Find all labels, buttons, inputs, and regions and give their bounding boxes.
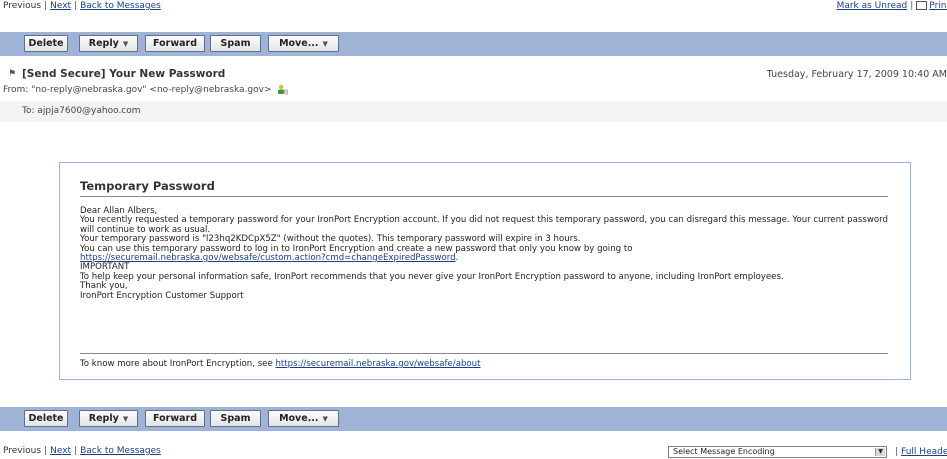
bottom-toolbar: Delete Reply ▼ Forward Spam Move... ▼	[0, 407, 947, 431]
message-title: Temporary Password	[80, 179, 888, 197]
forward-button[interactable]: Forward	[145, 35, 205, 52]
separator: |	[44, 1, 48, 11]
reply-button[interactable]: Reply ▼	[79, 35, 138, 52]
to-row-band: To: ajpja7600@yahoo.com	[0, 101, 947, 122]
message-text: Dear Allan Albers, You recently requeste…	[80, 206, 888, 301]
paragraph-security: To help keep your personal information s…	[80, 271, 784, 282]
message-encoding-select[interactable]: Select Message Encoding ▼	[668, 446, 887, 458]
to-value: ajpja7600@yahoo.com	[37, 106, 141, 116]
to-label: To:	[22, 106, 35, 116]
move-label: Move...	[279, 38, 319, 49]
spam-label: Spam	[220, 38, 251, 49]
message-footer: To know more about IronPort Encryption, …	[80, 353, 888, 369]
move-button[interactable]: Move... ▼	[268, 35, 339, 52]
link-suffix: .	[455, 253, 459, 264]
forward-label: Forward	[153, 38, 197, 49]
previous-link: Previous	[3, 1, 42, 11]
move-button[interactable]: Move... ▼	[268, 410, 339, 427]
add-contact-icon[interactable]	[277, 84, 289, 95]
message-subject: [Send Secure] Your New Password	[22, 68, 226, 80]
signature: IronPort Encryption Customer Support	[80, 290, 244, 301]
from-value: "no-reply@nebraska.gov" <no-reply@nebras…	[31, 85, 272, 95]
top-nav: Previous | Next | Back to Messages Mark as U…	[0, 0, 947, 14]
move-label: Move...	[279, 413, 319, 424]
chevron-down-icon: ▼	[322, 40, 328, 48]
message-header: ⚑ [Send Secure] Your New Password Tuesda…	[0, 62, 947, 124]
spam-label: Spam	[220, 413, 251, 424]
back-to-messages-link[interactable]: Back to Messages	[80, 1, 161, 11]
change-password-link[interactable]: https://securemail.nebraska.gov/websafe/…	[80, 253, 456, 263]
print-link[interactable]: Print	[929, 1, 947, 11]
reply-label: Reply	[88, 38, 119, 49]
separator: |	[74, 1, 78, 11]
delete-button[interactable]: Delete	[24, 35, 68, 52]
reply-button[interactable]: Reply ▼	[79, 410, 138, 427]
delete-label: Delete	[28, 413, 64, 424]
chevron-down-icon: ▼	[122, 415, 129, 423]
delete-button[interactable]: Delete	[24, 410, 68, 427]
separator: |	[895, 447, 899, 457]
about-link[interactable]: https://securemail.nebraska.gov/websafe/…	[275, 359, 480, 369]
message-body-box: Temporary Password Dear Allan Albers, Yo…	[59, 162, 911, 380]
from-row: From: "no-reply@nebraska.gov" <no-reply@…	[3, 84, 289, 95]
paragraph-request: You recently requested a temporary passw…	[80, 215, 888, 235]
chevron-down-icon: ▼	[122, 40, 129, 48]
top-right-actions: Mark as Unread| Print	[837, 1, 947, 11]
delete-label: Delete	[28, 38, 64, 49]
print-icon[interactable]	[916, 1, 928, 10]
footer-text: To know more about IronPort Encryption, …	[80, 359, 273, 369]
message-content: Temporary Password Dear Allan Albers, Yo…	[80, 179, 888, 369]
spam-button[interactable]: Spam	[210, 410, 261, 427]
reply-label: Reply	[88, 413, 119, 424]
full-headers-area: |Full Headers	[892, 447, 947, 457]
message-date: Tuesday, February 17, 2009 10:40 AM	[766, 69, 947, 80]
full-headers-link[interactable]: Full Headers	[901, 447, 947, 457]
chevron-down-icon: ▼	[322, 415, 328, 423]
forward-button[interactable]: Forward	[145, 410, 205, 427]
flag-icon[interactable]: ⚑	[8, 69, 16, 79]
separator: |	[910, 1, 914, 11]
mark-as-unread-link[interactable]: Mark as Unread	[837, 1, 908, 11]
forward-label: Forward	[153, 413, 197, 424]
spam-button[interactable]: Spam	[210, 35, 261, 52]
message-pager: Previous | Next | Back to Messages	[3, 1, 161, 11]
next-link[interactable]: Next	[50, 1, 71, 11]
link-paragraph: https://securemail.nebraska.gov/websafe/…	[80, 253, 888, 264]
from-label: From:	[3, 85, 29, 95]
to-row: To: ajpja7600@yahoo.com	[22, 106, 141, 116]
top-toolbar: Delete Reply ▼ Forward Spam Move... ▼	[0, 32, 947, 56]
